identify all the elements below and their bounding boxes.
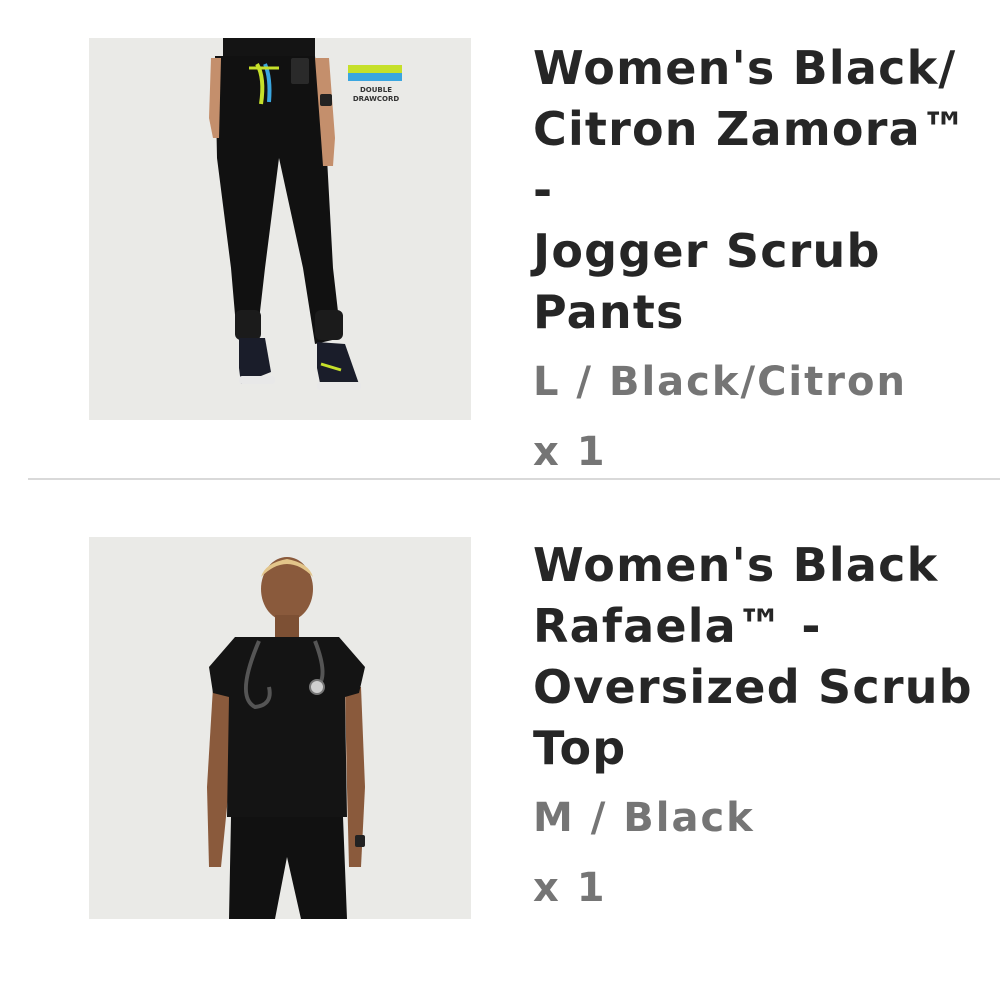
badge-line-1: DOUBLE xyxy=(359,86,393,94)
order-items-list: DOUBLE DRAWCORD Women's Black/ Citron Za… xyxy=(0,0,1000,1000)
product-quantity: x 1 xyxy=(533,429,607,475)
product-variant: M / Black xyxy=(533,795,755,841)
product-title[interactable]: Women's Black Rafaela™ - Oversized Scrub… xyxy=(533,535,995,779)
product-image-scrub-top[interactable] xyxy=(89,537,471,919)
product-quantity: x 1 xyxy=(533,865,607,911)
drawcord-badge: DOUBLE DRAWCORD xyxy=(344,86,408,104)
line-item-info: Women's Black/ Citron Zamora™ - Jogger S… xyxy=(533,38,995,480)
product-title[interactable]: Women's Black/ Citron Zamora™ - Jogger S… xyxy=(533,38,995,343)
line-item-info: Women's Black Rafaela™ - Oversized Scrub… xyxy=(533,535,995,916)
item-divider xyxy=(28,478,1000,480)
product-variant: L / Black/Citron xyxy=(533,359,907,405)
product-photo xyxy=(89,38,471,420)
badge-line-2: DRAWCORD xyxy=(352,95,400,103)
product-image-jogger-pants[interactable]: DOUBLE DRAWCORD xyxy=(89,38,471,420)
product-photo xyxy=(89,537,471,919)
